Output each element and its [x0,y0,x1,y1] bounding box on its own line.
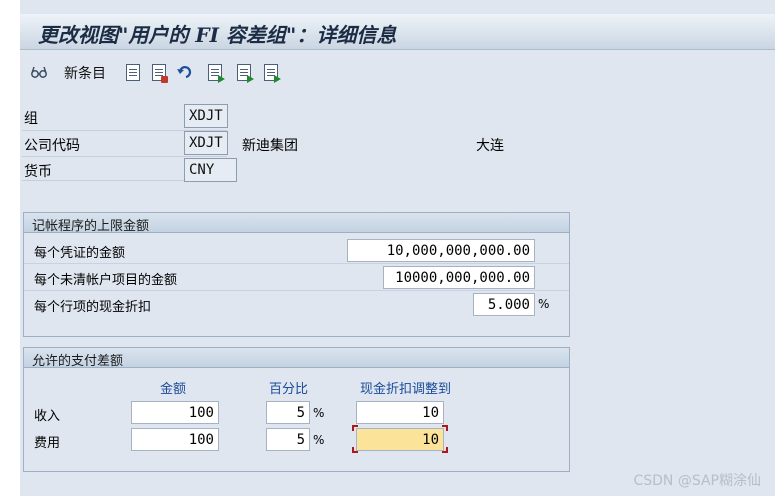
cash-discount-per-line-row: 每个行项的现金折扣 5.000 % [24,291,569,318]
company-city: 大连 [476,138,504,154]
watermark: CSDN @SAP糊涂仙 [633,473,761,489]
glasses-icon[interactable] [30,63,48,81]
cash-discount-per-line-input[interactable]: 5.000 [473,293,535,316]
expense-percent-unit: % [313,433,325,447]
focus-marker [352,447,358,453]
currency-label: 货币 [24,164,52,180]
expense-percent-input[interactable]: 5 [266,428,310,451]
revenue-percent-unit: % [313,406,325,420]
payment-differences-title: 允许的支付差额 [24,348,569,369]
revenue-amount-input[interactable]: 100 [131,401,219,424]
copy-icon[interactable] [124,63,142,81]
revenue-label: 收入 [34,409,61,424]
delete-icon[interactable] [150,63,168,83]
percent-unit: % [538,297,550,311]
expense-label: 费用 [34,436,61,451]
focus-marker [442,425,448,431]
group-field[interactable]: XDJT [184,104,228,128]
previous-entry-icon[interactable] [206,63,225,83]
expense-discount-adjust-input[interactable]: 10 [356,428,444,451]
column-header-amount: 金额 [160,382,187,397]
undo-icon[interactable] [177,63,195,81]
cash-discount-per-line-label: 每个行项的现金折扣 [34,300,152,315]
revenue-discount-adjust-input[interactable]: 10 [356,401,444,424]
focus-marker [442,447,448,453]
group-label: 组 [24,111,38,127]
revenue-percent-input[interactable]: 5 [266,401,310,424]
payment-differences-group: 允许的支付差额 金额 百分比 现金折扣调整到 收入 100 5 % 10 费用 … [23,347,570,472]
title-bar: 更改视图"用户的 FI 容差组"：详细信息 [20,14,775,50]
amount-per-document-input[interactable]: 10,000,000,000.00 [347,239,535,262]
application-toolbar: 新条目 [20,54,775,90]
sap-screen: 更改视图"用户的 FI 容差组"：详细信息 新条目 组 XDJT 公司代码 XD… [20,0,775,496]
page-title: 更改视图"用户的 FI 容差组"：详细信息 [38,23,397,47]
focus-marker [352,425,358,431]
amount-per-open-item-input[interactable]: 10000,000,000.00 [383,266,535,289]
new-entries-button[interactable]: 新条目 [64,63,106,83]
amount-per-document-row: 每个凭证的金额 10,000,000,000.00 [24,237,569,264]
company-name: 新迪集团 [242,138,298,154]
amount-per-open-item-label: 每个未清帐户项目的金额 [34,273,178,288]
currency-field[interactable]: CNY [184,158,237,182]
posting-limits-title: 记帐程序的上限金额 [24,213,569,234]
column-header-percent: 百分比 [269,382,309,397]
expense-amount-input[interactable]: 100 [131,428,219,451]
column-header-discount-adjust: 现金折扣调整到 [360,382,452,397]
amount-per-document-label: 每个凭证的金额 [34,246,126,261]
posting-limits-group: 记帐程序的上限金额 每个凭证的金额 10,000,000,000.00 每个未清… [23,212,570,337]
company-code-field[interactable]: XDJT [184,131,228,155]
company-code-label: 公司代码 [24,138,80,154]
next-entry-icon[interactable] [235,63,254,83]
select-entry-icon[interactable] [262,63,281,83]
amount-per-open-item-row: 每个未清帐户项目的金额 10000,000,000.00 [24,264,569,291]
